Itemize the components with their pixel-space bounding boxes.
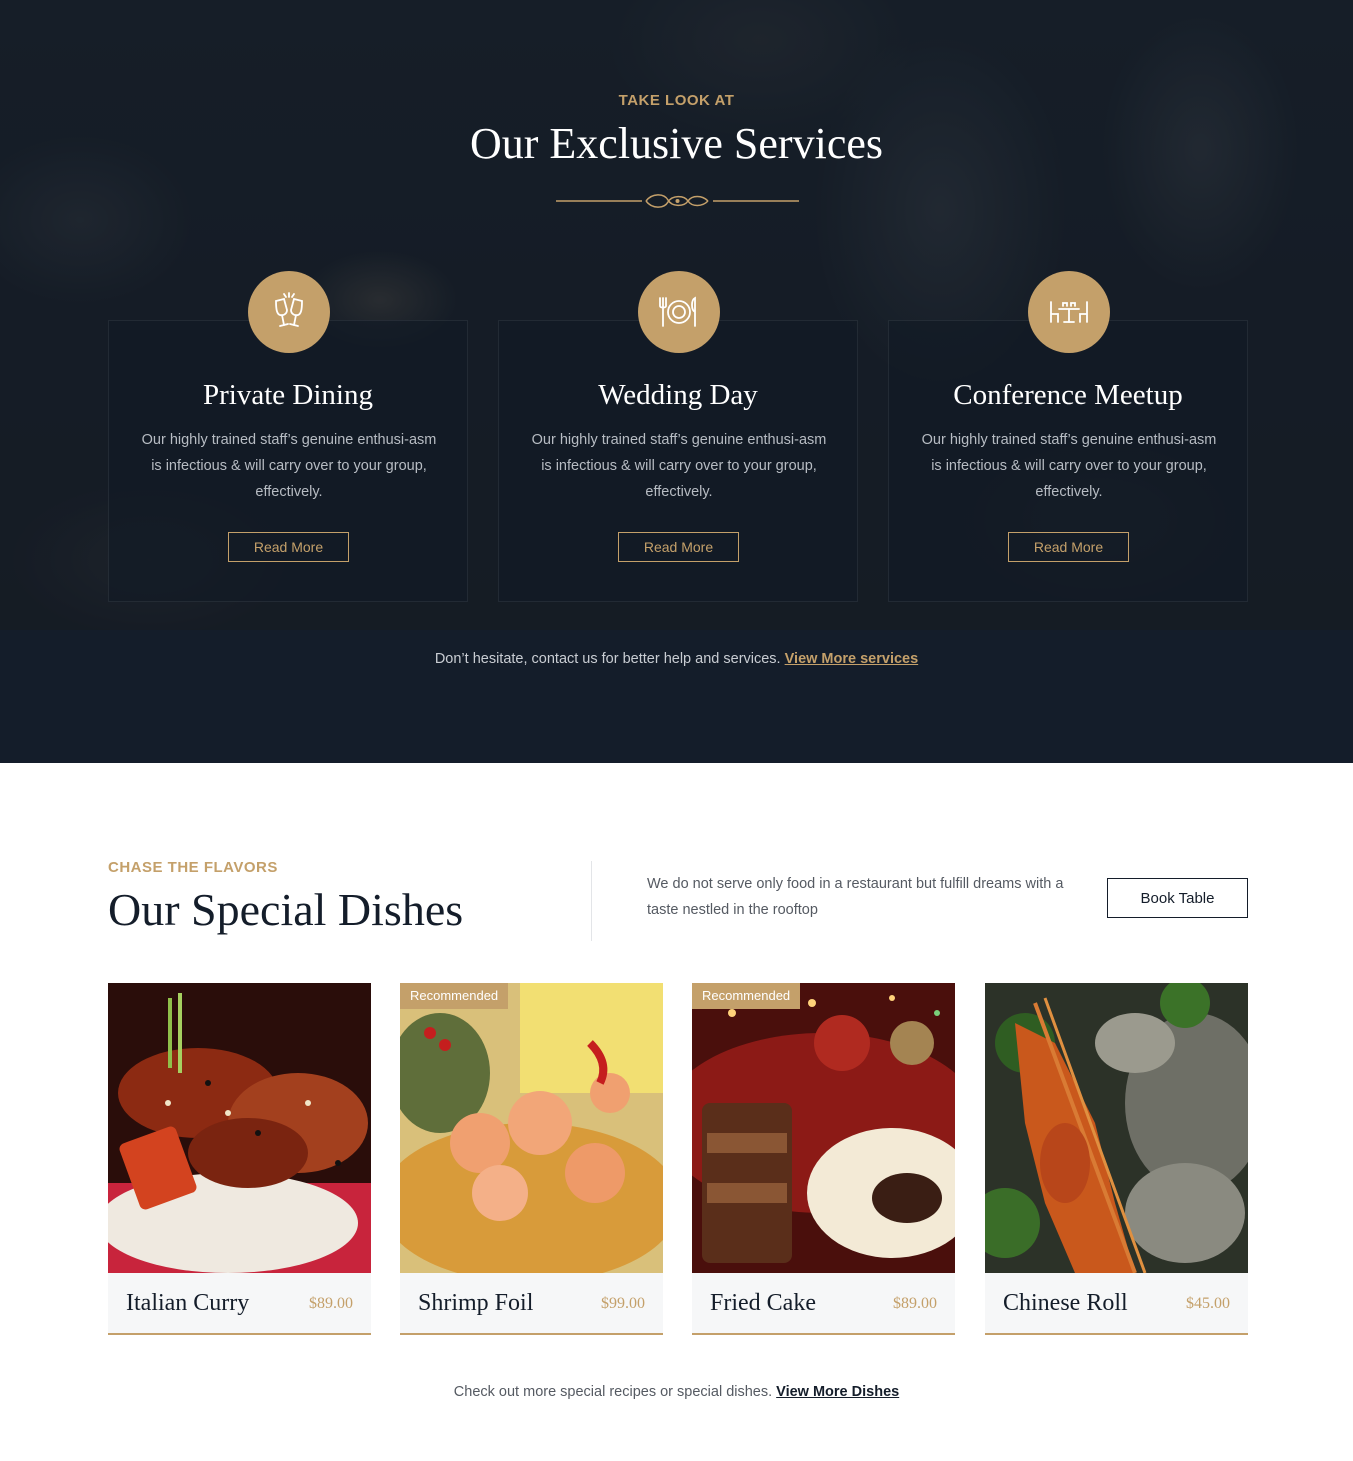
- services-footer: Don’t hesitate, contact us for better he…: [0, 651, 1353, 667]
- dish-info: Fried Cake $89.00: [692, 1273, 955, 1335]
- service-description: Our highly trained staff’s genuine enthu…: [141, 432, 437, 500]
- read-more-button[interactable]: Read More: [618, 532, 739, 562]
- dishes-section: CHASE THE FLAVORS Our Special Dishes We …: [0, 763, 1353, 1461]
- dish-image-shrimp-foil: Recommended: [400, 983, 663, 1273]
- dishes-title: Our Special Dishes: [108, 884, 464, 935]
- dish-card[interactable]: Chinese Roll $45.00: [985, 983, 1248, 1335]
- dish-name: Chinese Roll: [1003, 1290, 1128, 1316]
- service-title: Conference Meetup: [953, 379, 1183, 411]
- dish-info: Chinese Roll $45.00: [985, 1273, 1248, 1335]
- services-eyebrow: TAKE LOOK AT: [618, 92, 735, 109]
- dish-card[interactable]: Recommended Shrimp Foil $99.00: [400, 983, 663, 1335]
- recommended-badge: Recommended: [692, 983, 801, 1009]
- champagne-glasses-icon: [248, 271, 330, 353]
- dish-card[interactable]: Recommended Fried Cake $89.00: [692, 983, 955, 1335]
- view-more-services-link[interactable]: View More services: [785, 651, 919, 667]
- service-description: Our highly trained staff’s genuine enthu…: [531, 432, 827, 500]
- dish-name: Italian Curry: [126, 1290, 250, 1316]
- dish-info: Italian Curry $89.00: [108, 1273, 371, 1335]
- dish-name: Shrimp Foil: [418, 1290, 534, 1316]
- dishes-footer: Check out more special recipes or specia…: [0, 1384, 1353, 1400]
- services-section: TAKE LOOK AT Our Exclusive Services Priv…: [0, 0, 1353, 763]
- dishes-footer-text: Check out more special recipes or specia…: [453, 1384, 773, 1400]
- dish-name: Fried Cake: [710, 1290, 816, 1316]
- services-footer-text: Don’t hesitate, contact us for better he…: [434, 651, 781, 667]
- service-description: Our highly trained staff’s genuine enthu…: [921, 432, 1217, 500]
- view-more-dishes-link[interactable]: View More Dishes: [776, 1384, 899, 1400]
- read-more-button[interactable]: Read More: [1008, 532, 1129, 562]
- services-title: Our Exclusive Services: [470, 119, 883, 168]
- recommended-badge: Recommended: [400, 983, 509, 1009]
- dishes-eyebrow: CHASE THE FLAVORS: [108, 859, 278, 876]
- vertical-divider: [591, 861, 592, 941]
- plate-cutlery-icon: [638, 271, 720, 353]
- dish-price: $89.00: [309, 1295, 353, 1312]
- dish-price: $45.00: [1186, 1295, 1230, 1312]
- dishes-intro: We do not serve only food in a restauran…: [647, 876, 1064, 918]
- dish-price: $89.00: [893, 1295, 937, 1312]
- read-more-button[interactable]: Read More: [228, 532, 349, 562]
- dish-image-fried-cake: Recommended: [692, 983, 955, 1273]
- dish-card[interactable]: Italian Curry $89.00: [108, 983, 371, 1335]
- dish-image-chinese-roll: [985, 983, 1248, 1273]
- service-title: Wedding Day: [598, 379, 758, 411]
- dining-table-icon: [1028, 271, 1110, 353]
- ornament-divider: [556, 194, 799, 208]
- dish-price: $99.00: [601, 1295, 645, 1312]
- service-card-private-dining: Private Dining Our highly trained staff’…: [108, 271, 468, 602]
- dish-image-italian-curry: [108, 983, 371, 1273]
- service-title: Private Dining: [203, 379, 373, 411]
- service-card-conference-meetup: Conference Meetup Our highly trained sta…: [888, 271, 1248, 602]
- dish-info: Shrimp Foil $99.00: [400, 1273, 663, 1335]
- service-card-wedding-day: Wedding Day Our highly trained staff’s g…: [498, 271, 858, 602]
- book-table-button[interactable]: Book Table: [1107, 878, 1248, 918]
